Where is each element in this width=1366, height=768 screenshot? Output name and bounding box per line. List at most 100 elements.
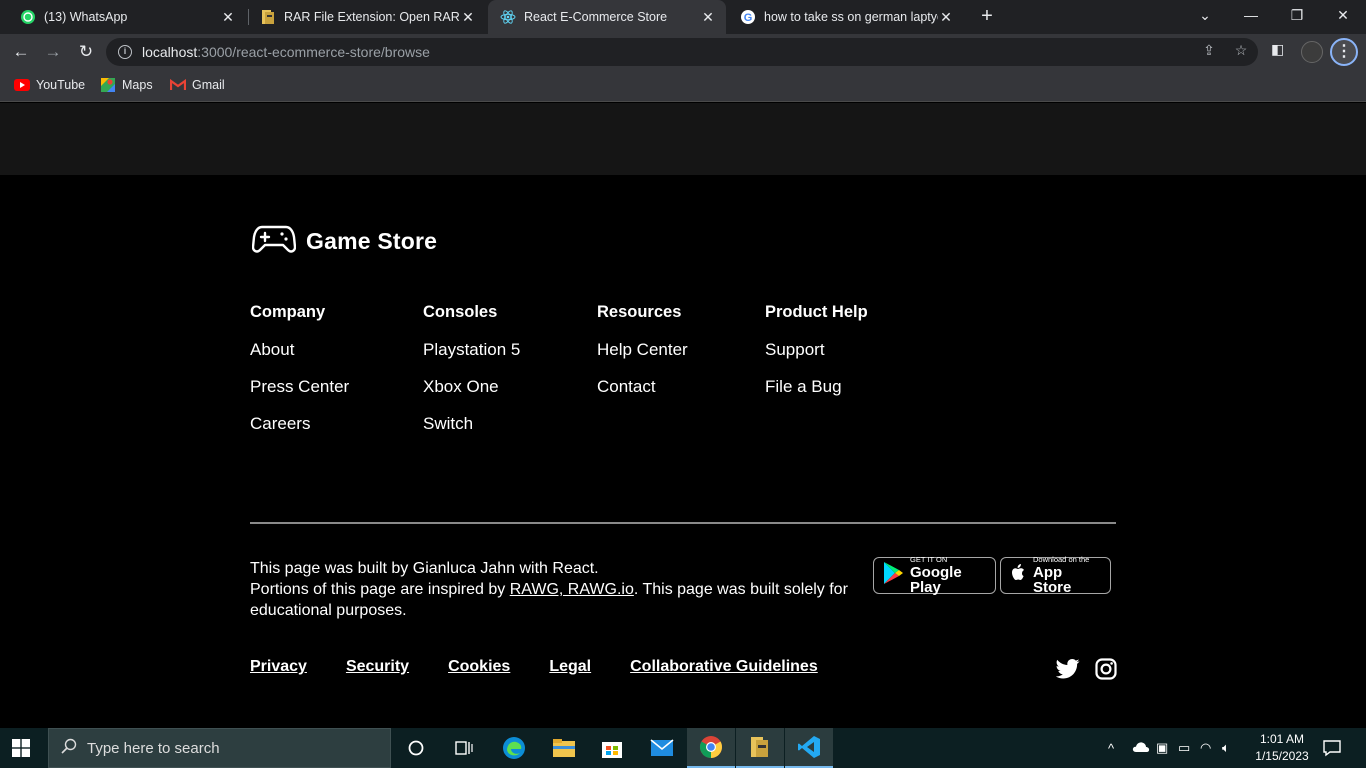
avatar[interactable] bbox=[1301, 41, 1323, 63]
footer-link-support[interactable]: Support bbox=[765, 339, 868, 376]
new-tab-button[interactable]: + bbox=[976, 5, 998, 27]
chevron-up-icon[interactable]: ^ bbox=[1108, 741, 1126, 756]
bookmark-gmail[interactable]: Gmail bbox=[170, 77, 225, 93]
side-panel-icon[interactable]: ◧ bbox=[1271, 41, 1284, 58]
legal-link-security[interactable]: Security bbox=[346, 658, 409, 676]
youtube-icon bbox=[14, 77, 30, 93]
info-icon[interactable]: i bbox=[118, 45, 132, 59]
legal-link-legal[interactable]: Legal bbox=[549, 658, 591, 676]
badge-caption: GET IT ON bbox=[910, 555, 948, 565]
tab-title: how to take ss on german laptyo bbox=[764, 10, 938, 24]
column-heading: Product Help bbox=[765, 303, 868, 321]
rar-icon bbox=[260, 9, 276, 25]
legal-link-privacy[interactable]: Privacy bbox=[250, 658, 307, 676]
react-icon bbox=[500, 9, 516, 25]
column-heading: Consoles bbox=[423, 303, 498, 321]
clock-date: 1/15/2023 bbox=[1255, 749, 1309, 763]
tab-title: React E-Commerce Store bbox=[524, 10, 668, 24]
footer-link-file-a-bug[interactable]: File a Bug bbox=[765, 376, 868, 413]
url-path: :3000/react-ecommerce-store/browse bbox=[197, 44, 430, 60]
bookmark-youtube[interactable]: YouTube bbox=[14, 77, 85, 93]
close-window-button[interactable]: ✕ bbox=[1320, 0, 1366, 34]
system-tray: ^ ▣ ▭ ◠ 🔈︎ bbox=[1108, 728, 1244, 768]
minimize-button[interactable]: — bbox=[1228, 0, 1274, 34]
footer-link-press-center[interactable]: Press Center bbox=[250, 376, 349, 413]
tab-whatsapp[interactable]: (13) WhatsApp ✕ bbox=[8, 0, 246, 34]
badge-title: App Store bbox=[1033, 563, 1072, 596]
column-heading: Resources bbox=[597, 303, 682, 321]
google-play-icon bbox=[882, 561, 904, 590]
tab-react-store[interactable]: React E-Commerce Store ✕ bbox=[488, 0, 726, 34]
chrome-icon[interactable] bbox=[687, 728, 735, 768]
footer-link-playstation-5[interactable]: Playstation 5 bbox=[423, 339, 520, 376]
taskbar-search-input[interactable]: Type here to search bbox=[48, 728, 391, 768]
vscode-icon[interactable] bbox=[785, 728, 833, 768]
svg-text:G: G bbox=[744, 12, 753, 24]
footer-link-about[interactable]: About bbox=[250, 339, 349, 376]
bookmark-label: YouTube bbox=[36, 78, 86, 92]
restore-button[interactable]: ❐ bbox=[1274, 0, 1320, 34]
bookmark-maps[interactable]: Maps bbox=[100, 77, 153, 93]
footer-link-contact[interactable]: Contact bbox=[597, 376, 688, 413]
mail-icon[interactable] bbox=[638, 728, 686, 768]
footer-divider bbox=[250, 522, 1116, 524]
footer-link-xbox-one[interactable]: Xbox One bbox=[423, 376, 520, 413]
search-placeholder: Type here to search bbox=[87, 739, 220, 757]
forward-button[interactable]: → bbox=[40, 39, 66, 65]
tab-search-button[interactable]: ⌄ bbox=[1182, 0, 1228, 34]
close-icon[interactable]: ✕ bbox=[938, 9, 954, 26]
tab-rar[interactable]: RAR File Extension: Open RAR Fil ✕ bbox=[248, 0, 486, 34]
battery-icon[interactable]: ▭ bbox=[1178, 740, 1200, 756]
edge-icon[interactable] bbox=[490, 728, 538, 768]
credits-line-2: Portions of this page are inspired by RA… bbox=[250, 579, 860, 621]
volume-icon[interactable]: 🔈︎ bbox=[1222, 740, 1244, 756]
onedrive-icon[interactable] bbox=[1132, 741, 1154, 756]
credits-line-1: This page was built by Gianluca Jahn wit… bbox=[250, 560, 599, 577]
whatsapp-icon bbox=[20, 9, 36, 25]
share-icon[interactable]: ⇪ bbox=[1200, 42, 1218, 59]
legal-link-cookies[interactable]: Cookies bbox=[448, 658, 510, 676]
taskbar-clock[interactable]: 1:01 AM 1/15/2023 bbox=[1253, 731, 1311, 765]
address-bar[interactable]: i localhost:3000/react-ecommerce-store/b… bbox=[106, 38, 1258, 66]
footer-column-consoles: Consoles Playstation 5 Xbox One Switch bbox=[423, 303, 520, 450]
google-play-badge[interactable]: GET IT ON Google Play bbox=[873, 555, 996, 596]
close-icon[interactable]: ✕ bbox=[460, 9, 476, 26]
bookmark-label: Maps bbox=[122, 78, 153, 92]
tab-title: (13) WhatsApp bbox=[44, 10, 128, 24]
apple-icon bbox=[1009, 563, 1027, 588]
back-button[interactable]: ← bbox=[8, 39, 34, 65]
maps-icon bbox=[100, 77, 116, 93]
file-explorer-icon[interactable] bbox=[540, 728, 588, 768]
app-store-badge[interactable]: Download on the App Store bbox=[1000, 556, 1111, 596]
notifications-icon[interactable] bbox=[1322, 728, 1342, 768]
footer-column-product-help: Product Help Support File a Bug bbox=[765, 303, 868, 413]
footer-link-careers[interactable]: Careers bbox=[250, 413, 349, 450]
legal-link-collaborative-guidelines[interactable]: Collaborative Guidelines bbox=[630, 658, 818, 676]
bookmark-label: Gmail bbox=[192, 78, 225, 92]
windows-start-icon[interactable] bbox=[12, 739, 30, 762]
footer-link-help-center[interactable]: Help Center bbox=[597, 339, 688, 376]
search-icon bbox=[61, 738, 77, 758]
task-view-icon[interactable] bbox=[440, 728, 488, 768]
rawg-link[interactable]: RAWG, RAWG.io bbox=[510, 581, 634, 598]
windows-taskbar: Type here to search ^ ▣ ▭ ◠ 🔈︎ 1:01 AM 1… bbox=[0, 728, 1366, 768]
reload-button[interactable]: ↻ bbox=[73, 39, 99, 65]
footer-brand[interactable]: Game Store bbox=[251, 223, 437, 260]
wifi-icon[interactable]: ◠ bbox=[1200, 740, 1222, 756]
battery-saver-icon[interactable]: ▣ bbox=[1156, 740, 1178, 756]
legal-links: Privacy Security Cookies Legal Collabora… bbox=[250, 658, 857, 676]
badge-title: Google Play bbox=[910, 563, 962, 596]
microsoft-store-icon[interactable] bbox=[588, 728, 636, 768]
cortana-icon[interactable] bbox=[392, 728, 440, 768]
instagram-icon[interactable] bbox=[1095, 658, 1119, 682]
bookmark-star-icon[interactable]: ☆ bbox=[1232, 42, 1250, 59]
browser-menu-button[interactable]: ⋮ bbox=[1330, 38, 1358, 66]
bookmarks-bar: YouTube Maps Gmail bbox=[0, 70, 1366, 102]
footer-link-switch[interactable]: Switch bbox=[423, 413, 520, 450]
close-icon[interactable]: ✕ bbox=[700, 9, 716, 26]
tab-google-search[interactable]: G how to take ss on german laptyo ✕ bbox=[728, 0, 964, 34]
winrar-icon[interactable] bbox=[736, 728, 784, 768]
gamepad-icon bbox=[251, 223, 297, 260]
close-icon[interactable]: ✕ bbox=[220, 9, 236, 26]
twitter-icon[interactable] bbox=[1055, 658, 1080, 682]
